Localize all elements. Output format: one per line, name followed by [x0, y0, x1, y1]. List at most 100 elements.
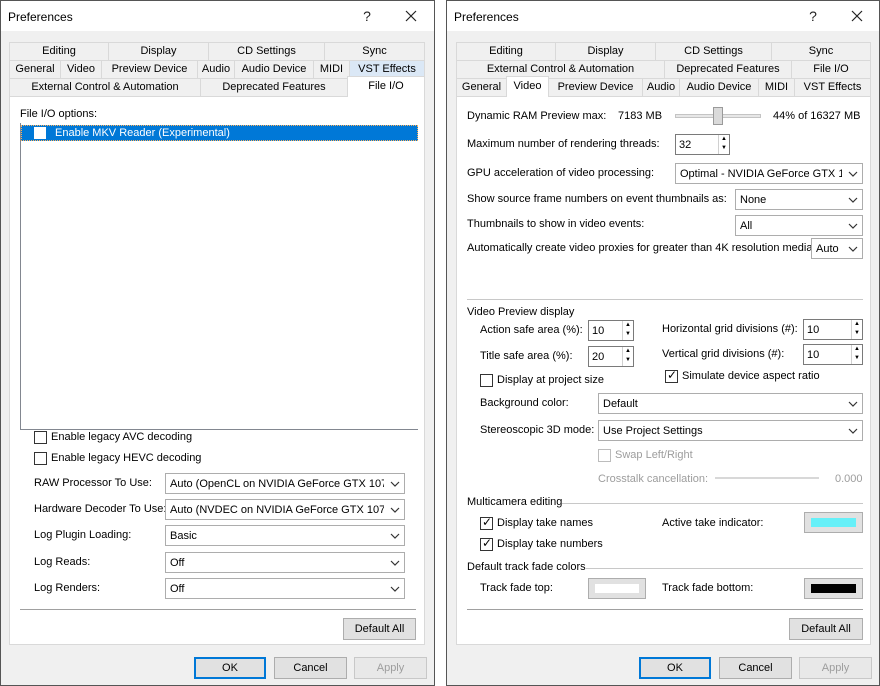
ram-preview-value: 7183 MB: [618, 110, 663, 122]
close-button[interactable]: [837, 3, 877, 29]
dialog-title: Preferences: [8, 10, 73, 24]
separator: [562, 503, 863, 504]
crosstalk-slider[interactable]: [715, 477, 819, 479]
horizontal-grid-value: 10: [807, 324, 820, 336]
cancel-button[interactable]: Cancel: [274, 657, 347, 679]
raw-processor-value: Auto (OpenCL on NVIDIA GeForce GTX 1070: [170, 478, 384, 490]
chevron-down-icon: [848, 197, 858, 203]
increment-icon[interactable]: ▲: [719, 135, 729, 144]
tab-preview-device[interactable]: Preview Device: [548, 78, 643, 96]
tab-display[interactable]: Display: [108, 42, 209, 60]
tab-sync[interactable]: Sync: [324, 42, 425, 60]
thumbnails-select[interactable]: All: [735, 215, 863, 236]
cancel-button[interactable]: Cancel: [719, 657, 792, 679]
apply-button[interactable]: Apply: [799, 657, 872, 679]
increment-icon[interactable]: ▲: [852, 320, 862, 329]
track-fade-top-color-button[interactable]: [588, 578, 646, 599]
tab-audio[interactable]: Audio: [197, 60, 235, 78]
tab-video[interactable]: Video: [506, 76, 549, 97]
gpu-acceleration-select[interactable]: Optimal - NVIDIA GeForce GTX 10: [675, 163, 863, 184]
take-numbers-checkbox[interactable]: ✓: [480, 537, 493, 551]
increment-icon[interactable]: ▲: [852, 345, 862, 354]
video-proxies-select[interactable]: Auto: [811, 238, 863, 259]
simulate-aspect-checkbox[interactable]: ✓: [665, 369, 678, 383]
ram-preview-slider[interactable]: [675, 105, 761, 127]
legacy-hevc-checkbox[interactable]: [34, 452, 47, 465]
action-safe-stepper[interactable]: 10 ▲ ▼: [588, 320, 634, 341]
tab-sync[interactable]: Sync: [771, 42, 871, 60]
tab-video[interactable]: Video: [60, 60, 102, 78]
tab-editing[interactable]: Editing: [9, 42, 109, 60]
thumbnails-value: All: [740, 220, 753, 232]
list-item-checkbox[interactable]: [34, 127, 46, 139]
track-fade-bottom-label: Track fade bottom:: [662, 582, 754, 594]
horizontal-grid-stepper[interactable]: 10 ▲ ▼: [803, 319, 863, 340]
tab-editing[interactable]: Editing: [456, 42, 556, 60]
tab-deprecated-features[interactable]: Deprecated Features: [664, 60, 792, 78]
chevron-down-icon: [848, 246, 858, 252]
log-plugin-loading-select[interactable]: Basic: [165, 525, 405, 546]
log-renders-select[interactable]: Off: [165, 578, 405, 599]
help-button[interactable]: ?: [347, 3, 387, 29]
log-reads-label: Log Reads:: [34, 556, 91, 568]
default-all-button[interactable]: Default All: [343, 618, 416, 640]
gpu-acceleration-value: Optimal - NVIDIA GeForce GTX 10: [680, 168, 842, 180]
tab-display[interactable]: Display: [555, 42, 656, 60]
tab-vst-effects[interactable]: VST Effects: [794, 78, 871, 96]
active-take-color-swatch: [811, 518, 856, 527]
increment-icon[interactable]: ▲: [623, 321, 633, 330]
raw-processor-select[interactable]: Auto (OpenCL on NVIDIA GeForce GTX 1070: [165, 473, 405, 494]
tab-external-control[interactable]: External Control & Automation: [456, 60, 665, 78]
tab-preview-device[interactable]: Preview Device: [101, 60, 198, 78]
title-safe-stepper[interactable]: 20 ▲ ▼: [588, 346, 634, 367]
apply-button[interactable]: Apply: [354, 657, 427, 679]
separator: [467, 299, 863, 300]
decrement-icon[interactable]: ▼: [719, 144, 729, 153]
tab-general[interactable]: General: [456, 78, 507, 96]
legacy-avc-checkbox[interactable]: [34, 431, 47, 444]
rendering-threads-stepper[interactable]: 32 ▲ ▼: [675, 134, 730, 155]
tab-midi[interactable]: MIDI: [758, 78, 795, 96]
decrement-icon[interactable]: ▼: [623, 356, 633, 365]
log-reads-select[interactable]: Off: [165, 552, 405, 573]
active-take-color-button[interactable]: [804, 512, 863, 533]
display-project-size-checkbox[interactable]: [480, 374, 493, 387]
tab-audio-device[interactable]: Audio Device: [679, 78, 759, 96]
help-button[interactable]: ?: [793, 3, 833, 29]
file-io-options-list[interactable]: Enable MKV Reader (Experimental): [20, 123, 418, 430]
frame-numbers-select[interactable]: None: [735, 189, 863, 210]
tab-cd-settings[interactable]: CD Settings: [655, 42, 772, 60]
tab-general[interactable]: General: [9, 60, 61, 78]
close-button[interactable]: [391, 3, 431, 29]
track-fade-bottom-color-button[interactable]: [804, 578, 863, 599]
stereoscopic-select[interactable]: Use Project Settings: [598, 420, 863, 441]
stepper-buttons: ▲ ▼: [851, 345, 862, 364]
tab-midi[interactable]: MIDI: [313, 60, 350, 78]
take-names-checkbox[interactable]: ✓: [480, 516, 493, 530]
ok-button[interactable]: OK: [194, 657, 266, 679]
tab-audio[interactable]: Audio: [642, 78, 680, 96]
increment-icon[interactable]: ▲: [623, 347, 633, 356]
slider-thumb[interactable]: [713, 107, 723, 125]
default-all-button[interactable]: Default All: [789, 618, 863, 640]
log-reads-value: Off: [170, 557, 185, 569]
ok-button[interactable]: OK: [639, 657, 711, 679]
tab-file-io[interactable]: File I/O: [347, 76, 425, 97]
rendering-threads-label: Maximum number of rendering threads:: [467, 138, 660, 150]
tab-audio-device[interactable]: Audio Device: [234, 60, 314, 78]
background-color-value: Default: [603, 398, 638, 410]
background-color-select[interactable]: Default: [598, 393, 863, 414]
tab-external-control[interactable]: External Control & Automation: [9, 78, 201, 96]
list-item[interactable]: Enable MKV Reader (Experimental): [21, 125, 418, 141]
tab-file-io[interactable]: File I/O: [791, 60, 871, 78]
decrement-icon[interactable]: ▼: [852, 354, 862, 363]
hardware-decoder-select[interactable]: Auto (NVDEC on NVIDIA GeForce GTX 1070): [165, 499, 405, 520]
tab-deprecated-features[interactable]: Deprecated Features: [200, 78, 348, 96]
raw-processor-label: RAW Processor To Use:: [34, 477, 152, 489]
tab-cd-settings[interactable]: CD Settings: [208, 42, 325, 60]
vertical-grid-stepper[interactable]: 10 ▲ ▼: [803, 344, 863, 365]
decrement-icon[interactable]: ▼: [623, 330, 633, 339]
decrement-icon[interactable]: ▼: [852, 329, 862, 338]
swap-left-right-checkbox[interactable]: [598, 449, 611, 462]
video-proxies-value: Auto: [816, 243, 839, 255]
